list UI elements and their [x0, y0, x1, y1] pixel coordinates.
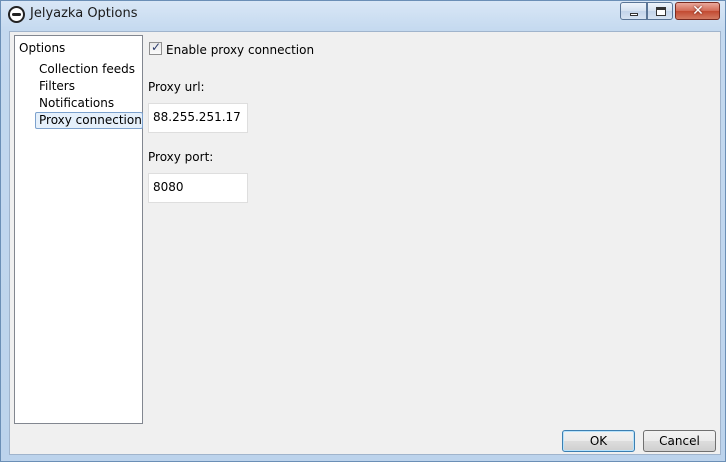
proxy-url-input[interactable]: 88.255.251.17 — [148, 103, 248, 133]
jelyazka-logo-icon — [8, 6, 25, 23]
proxy-port-label: Proxy port: — [148, 150, 214, 164]
minimize-icon — [630, 13, 638, 16]
proxy-port-input[interactable]: 8080 — [148, 173, 248, 203]
title-bar[interactable]: Jelyazka Options ✕ — [1, 1, 725, 29]
proxy-url-label: Proxy url: — [148, 80, 205, 94]
maximize-button[interactable] — [647, 2, 673, 20]
options-tree[interactable]: Options Collection feeds Filters Notific… — [14, 35, 143, 424]
cancel-button[interactable]: Cancel — [643, 430, 716, 452]
ok-button[interactable]: OK — [562, 430, 635, 452]
tree-item-collection-feeds[interactable]: Collection feeds — [37, 62, 137, 79]
minimize-button[interactable] — [620, 2, 647, 20]
tree-item-filters[interactable]: Filters — [37, 79, 77, 96]
maximize-icon — [656, 7, 666, 16]
tree-item-proxy-connection[interactable]: Proxy connection — [35, 112, 143, 129]
tree-root-options[interactable]: Options — [19, 41, 65, 55]
enable-proxy-checkbox[interactable] — [149, 40, 162, 55]
tree-item-notifications[interactable]: Notifications — [37, 96, 116, 113]
dialog-client-area: Options Collection feeds Filters Notific… — [9, 31, 721, 455]
enable-proxy-label[interactable]: Enable proxy connection — [166, 43, 314, 57]
window-title: Jelyazka Options — [30, 6, 138, 21]
close-icon: ✕ — [692, 3, 704, 19]
options-window: Jelyazka Options ✕ Options Collection fe… — [0, 0, 726, 462]
close-button[interactable]: ✕ — [675, 2, 720, 20]
